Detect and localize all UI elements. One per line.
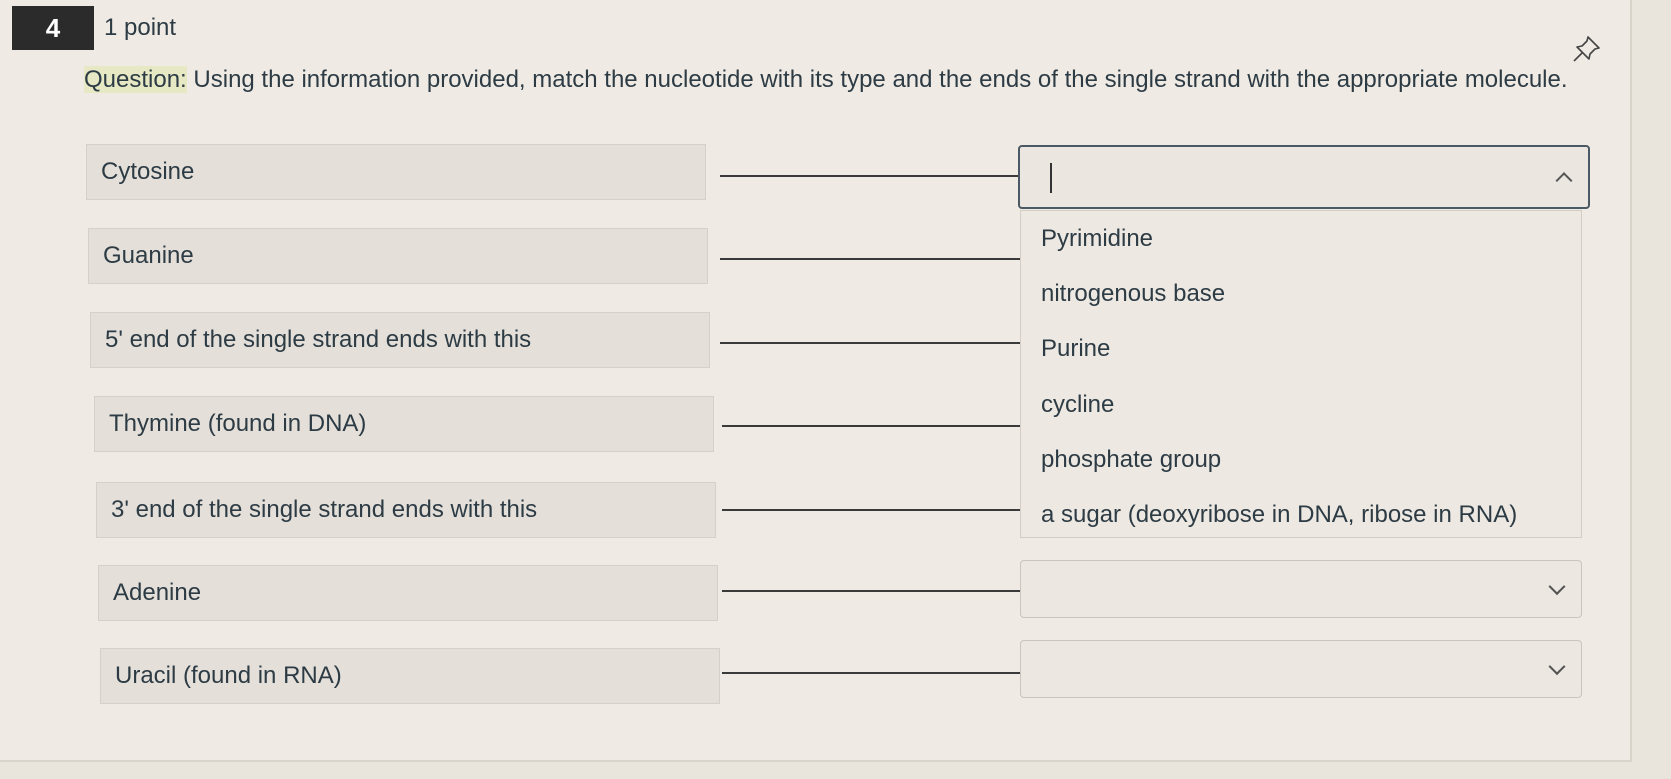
option-nitrogenous-base[interactable]: nitrogenous base	[1041, 280, 1225, 308]
option-sugar[interactable]: a sugar (deoxyribose in DNA, ribose in R…	[1041, 501, 1517, 529]
connector-line	[720, 175, 1020, 177]
match-prompt-3-prime-end: 3' end of the single strand ends with th…	[96, 482, 716, 538]
question-label: Question:	[84, 66, 187, 93]
connector-line	[722, 672, 1020, 674]
connector-line	[722, 590, 1020, 592]
prompt-label: Guanine	[103, 242, 194, 269]
option-phosphate-group[interactable]: phosphate group	[1041, 446, 1221, 474]
match-prompt-uracil: Uracil (found in RNA)	[100, 648, 720, 704]
match-select-uracil[interactable]	[1020, 640, 1582, 698]
question-card: 4 1 point Question: Using the informatio…	[0, 0, 1632, 762]
match-select-cytosine[interactable]	[1018, 145, 1590, 209]
prompt-label: 3' end of the single strand ends with th…	[111, 496, 538, 523]
question-text: Question: Using the information provided…	[84, 66, 1568, 94]
question-points: 1 point	[104, 14, 177, 41]
option-cycline[interactable]: cycline	[1041, 391, 1114, 419]
match-prompt-adenine: Adenine	[98, 565, 718, 621]
connector-line	[720, 258, 1020, 260]
match-prompt-cytosine: Cytosine	[86, 144, 706, 200]
option-purine[interactable]: Purine	[1041, 335, 1110, 363]
chevron-down-icon[interactable]	[1548, 658, 1566, 676]
match-prompt-thymine: Thymine (found in DNA)	[94, 396, 714, 452]
pin-icon[interactable]	[1570, 32, 1604, 66]
chevron-down-icon[interactable]	[1548, 578, 1566, 596]
match-select-adenine[interactable]	[1020, 560, 1582, 618]
question-number: 4	[12, 6, 94, 50]
text-cursor	[1050, 163, 1052, 193]
match-prompt-5-prime-end: 5' end of the single strand ends with th…	[90, 312, 710, 368]
prompt-label: Thymine (found in DNA)	[109, 410, 367, 437]
question-body: Using the information provided, match th…	[186, 66, 1568, 93]
match-prompt-guanine: Guanine	[88, 228, 708, 284]
prompt-label: Cytosine	[101, 158, 195, 185]
prompt-label: 5' end of the single strand ends with th…	[105, 326, 532, 353]
dropdown-listbox: Pyrimidine nitrogenous base Purine cycli…	[1020, 210, 1582, 538]
connector-line	[722, 509, 1020, 511]
prompt-label: Adenine	[113, 579, 202, 606]
chevron-up-icon[interactable]	[1555, 172, 1573, 190]
connector-line	[722, 425, 1020, 427]
prompt-label: Uracil (found in RNA)	[115, 662, 342, 689]
option-pyrimidine[interactable]: Pyrimidine	[1041, 225, 1153, 253]
connector-line	[720, 342, 1020, 344]
